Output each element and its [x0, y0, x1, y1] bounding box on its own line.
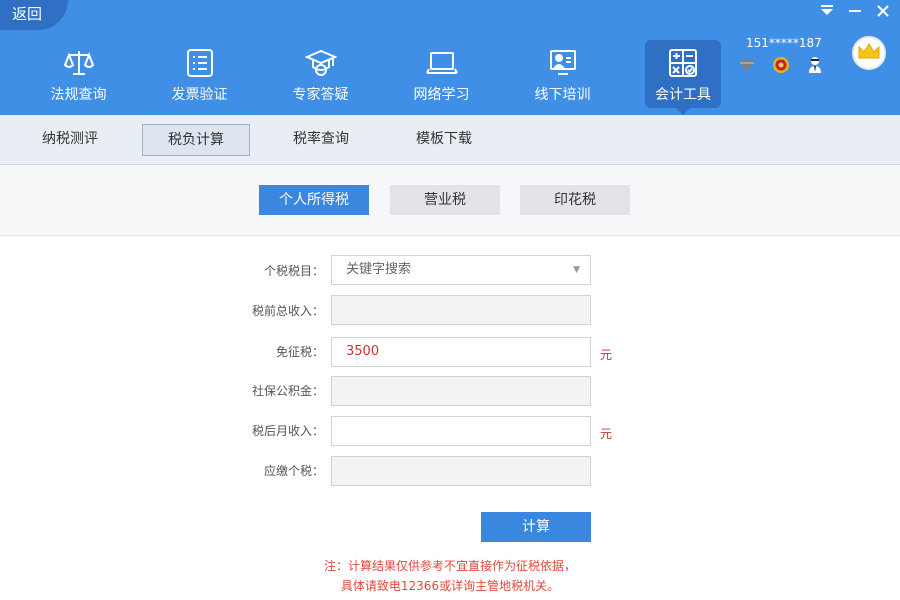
exemption-unit: 元 [600, 348, 613, 362]
tab-individual-income-tax[interactable]: 个人所得税 [259, 185, 369, 215]
menu-icon[interactable] [818, 4, 836, 22]
minimize-icon[interactable] [846, 4, 864, 22]
avatar[interactable] [852, 36, 886, 70]
tax-type-bar: 个人所得税 营业税 印花税 [0, 165, 900, 236]
graduation-cap-icon [304, 46, 338, 80]
laptop-icon [425, 46, 459, 80]
sub-tabs: 纳税测评 税负计算 税率查询 模板下载 [0, 115, 900, 165]
tab-business-tax[interactable]: 营业税 [390, 185, 500, 215]
scales-icon [62, 46, 96, 80]
gross-income-field[interactable] [331, 295, 591, 325]
nav-label: 发票验证 [171, 87, 228, 103]
tax-due-field [331, 456, 591, 486]
nav-label: 会计工具 [655, 87, 711, 103]
tab-template-download[interactable]: 模板下载 [390, 124, 498, 156]
app-header: 返回 法规查询 发票验证 专家答疑 网络学习 线下培训 会计工具 151****… [0, 0, 900, 115]
net-income-field[interactable] [331, 416, 591, 446]
nav-label: 网络学习 [413, 87, 470, 103]
nav-item-offline-training[interactable]: 线下培训 [502, 40, 623, 108]
diamond-icon[interactable] [738, 56, 756, 74]
net-income-unit: 元 [600, 427, 613, 441]
calculate-button[interactable]: 计算 [481, 512, 591, 542]
window-controls [818, 4, 892, 22]
tax-due-label: 应缴个税： [263, 464, 324, 478]
nav-item-invoice-verify[interactable]: 发票验证 [139, 40, 260, 108]
nav-item-online-learning[interactable]: 网络学习 [381, 40, 502, 108]
net-income-label: 税后月收入： [251, 424, 324, 438]
crown-icon [857, 42, 881, 64]
tab-tax-assessment[interactable]: 纳税测评 [16, 124, 124, 156]
user-agent-icon[interactable] [806, 56, 824, 74]
medal-icon[interactable] [772, 56, 790, 74]
exemption-value: 3500 [346, 344, 380, 359]
nav-item-accounting-tools[interactable]: 会计工具 [645, 40, 721, 115]
gross-income-label: 税前总收入： [251, 304, 324, 318]
presentation-icon [546, 46, 580, 80]
close-icon[interactable] [874, 4, 892, 22]
tab-tax-rate-query[interactable]: 税率查询 [267, 124, 375, 156]
disclaimer-line-2: 具体请致电12366或详询主管地税机关。 [340, 579, 560, 593]
tab-tax-burden-calc[interactable]: 税负计算 [142, 124, 250, 156]
tax-item-label: 个税税目： [263, 264, 324, 278]
back-button[interactable]: 返回 [0, 0, 68, 30]
nav-item-expert-qa[interactable]: 专家答疑 [260, 40, 381, 108]
list-icon [183, 46, 217, 80]
dropdown-arrow-icon: ▼ [573, 265, 580, 275]
nav-label: 法规查询 [50, 87, 107, 103]
tax-item-select[interactable]: 关键字搜索 ▼ [331, 255, 591, 285]
tab-stamp-tax[interactable]: 印花税 [520, 185, 630, 215]
user-badges [738, 56, 824, 74]
exemption-label: 免征税： [275, 345, 324, 359]
social-security-field[interactable] [331, 376, 591, 406]
nav-label: 线下培训 [534, 87, 591, 103]
nav-item-law-search[interactable]: 法规查询 [18, 40, 139, 108]
nav-label: 专家答疑 [292, 87, 349, 103]
disclaimer-line-1: 注：计算结果仅供参考不宜直接作为征税依据， [323, 559, 576, 573]
social-security-label: 社保公积金： [251, 384, 324, 398]
calculator-icon [666, 46, 700, 80]
exemption-field[interactable]: 3500 [331, 337, 591, 367]
user-phone: 151*****187 [746, 36, 822, 50]
tax-item-placeholder: 关键字搜索 [346, 262, 412, 277]
main-nav: 法规查询 发票验证 专家答疑 网络学习 线下培训 会计工具 [18, 40, 743, 115]
user-area: 151*****187 [740, 36, 886, 86]
